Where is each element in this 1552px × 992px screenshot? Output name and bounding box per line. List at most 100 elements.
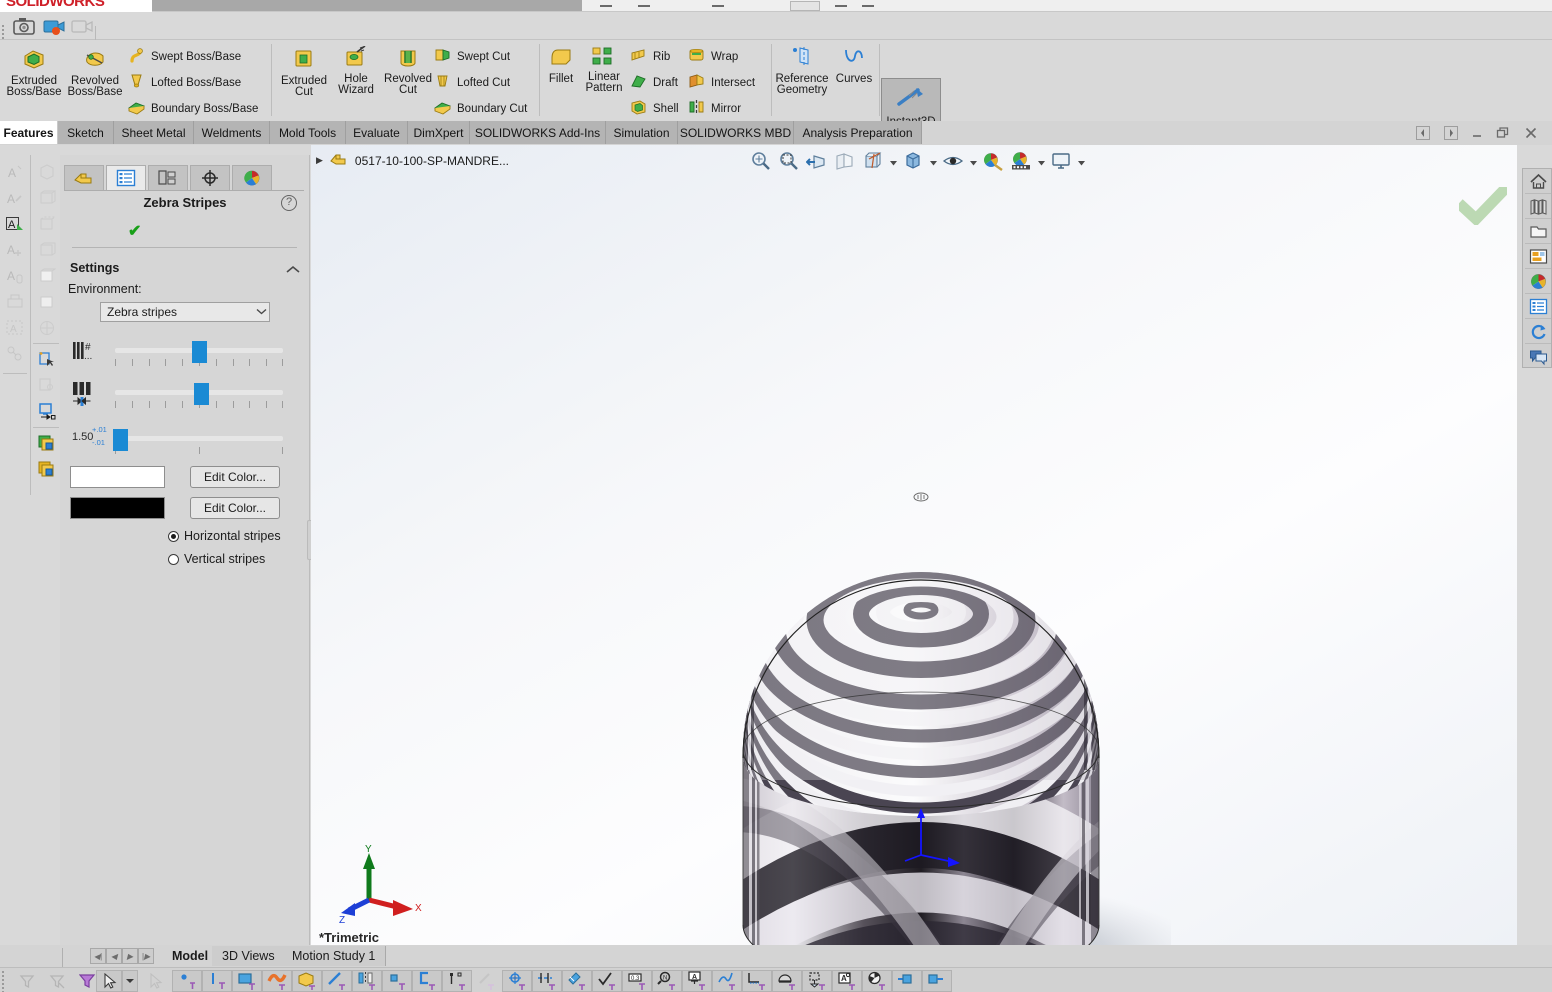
number-of-stripes-slider[interactable]: # ... (60, 335, 310, 379)
annotation-a-icon[interactable]: A (832, 970, 862, 992)
configuration-manager-tab[interactable] (148, 165, 188, 191)
section-view-button[interactable] (832, 149, 858, 173)
revolved-boss-base-button[interactable]: Revolved Boss/Base (63, 42, 127, 118)
property-manager-tab[interactable] (106, 165, 146, 191)
edit-appearance-button[interactable] (980, 149, 1006, 173)
display-style-button[interactable] (900, 149, 926, 173)
surface-finish-icon[interactable] (592, 970, 622, 992)
corner-tool-icon[interactable] (412, 970, 442, 992)
display-style-dropdown-caret[interactable] (888, 149, 898, 173)
environment-select[interactable]: Zebra stripes (100, 302, 270, 322)
first-tab-button[interactable]: ◀| (90, 948, 106, 964)
lofted-cut-button[interactable]: Lofted Cut (434, 70, 510, 95)
solidworks-forum-icon[interactable] (1525, 320, 1551, 344)
linear-pattern-button[interactable]: Linear Pattern (580, 42, 628, 118)
tab-analysis-preparation[interactable]: Analysis Preparation (794, 121, 922, 144)
settings-section-header[interactable]: Settings (70, 261, 119, 275)
centerline-icon[interactable] (532, 970, 562, 992)
tab-solidworks-add-ins[interactable]: SOLIDWORKS Add-Ins (470, 121, 606, 144)
bottom-tab-3d-views[interactable]: 3D Views (212, 946, 286, 966)
zoom-to-fit-button[interactable] (748, 149, 774, 173)
swept-boss-base-button[interactable]: Swept Boss/Base (128, 44, 241, 69)
expand-tree-icon[interactable]: ▶ (316, 155, 323, 166)
last-tab-button[interactable]: |▶ (138, 948, 154, 964)
magnify-n-icon[interactable]: N (652, 970, 682, 992)
custom-properties-icon[interactable] (1525, 295, 1551, 319)
square-tool-icon[interactable] (382, 970, 412, 992)
boundary-cut-button[interactable]: Boundary Cut (434, 96, 527, 121)
line-tool-icon[interactable] (202, 970, 232, 992)
apply-scene-button[interactable] (1008, 149, 1034, 173)
view-orientation-button[interactable] (860, 149, 886, 173)
tab-sketch[interactable]: Sketch (58, 121, 114, 144)
title-search-field[interactable] (152, 0, 582, 11)
minimize-button[interactable] (1464, 121, 1490, 145)
fillet-button[interactable]: Fillet (540, 42, 582, 118)
block-right-icon[interactable] (922, 970, 952, 992)
appearances-scenes-icon[interactable] (1525, 270, 1551, 294)
view-settings-dropdown-caret[interactable] (1076, 149, 1086, 173)
weld-icon[interactable] (742, 970, 772, 992)
scene-dropdown-caret[interactable] (1036, 149, 1046, 173)
tab-weldments[interactable]: Weldments (194, 121, 270, 144)
rib-button[interactable]: Rib (630, 44, 670, 69)
wrap-button[interactable]: Wrap (688, 44, 738, 69)
zoom-to-area-button[interactable] (776, 149, 802, 173)
accept-checkmark-icon[interactable]: ✔ (128, 221, 141, 241)
bottom-toolbar-grip[interactable] (2, 971, 5, 992)
point-tool-icon[interactable] (172, 970, 202, 992)
note-icon[interactable]: A (682, 970, 712, 992)
view-settings-button[interactable] (1048, 149, 1074, 173)
horizontal-stripes-option[interactable]: Horizontal stripes (168, 529, 281, 543)
stripe-color-1-edit-button[interactable]: Edit Color... (190, 466, 280, 488)
comments-icon[interactable] (1525, 345, 1551, 369)
slider-track[interactable] (115, 436, 283, 441)
shell-button[interactable]: Shell (630, 96, 679, 121)
feature-manager-tab[interactable] (64, 165, 104, 191)
bottom-tab-motion-study[interactable]: Motion Study 1 (282, 946, 386, 966)
reference-geometry-button[interactable]: Reference Geometry (772, 42, 832, 118)
restore-button[interactable] (1490, 121, 1516, 145)
hatch-icon[interactable] (562, 970, 592, 992)
balloon-icon[interactable]: 0.3 (622, 970, 652, 992)
curves-button[interactable]: Curves (830, 42, 878, 118)
slider-handle[interactable] (192, 341, 207, 363)
revolved-cut-button[interactable]: Revolved Cut (376, 42, 440, 118)
display-state-icon[interactable] (35, 399, 59, 423)
zebra-striped-mandrel-model[interactable] (671, 310, 1171, 945)
spline-tool-icon[interactable] (262, 970, 292, 992)
previous-view-button[interactable] (804, 149, 830, 173)
layers-green-icon[interactable] (35, 431, 59, 455)
select-dropdown-caret[interactable] (122, 970, 138, 992)
snapshot-camera-icon[interactable] (10, 15, 38, 37)
extruded-boss-base-button[interactable]: Extruded Boss/Base (2, 42, 66, 118)
trim-tool-icon[interactable] (442, 970, 472, 992)
prev-tab-button[interactable]: ◀ (106, 948, 122, 964)
tab-simulation[interactable]: Simulation (606, 121, 678, 144)
curve-icon[interactable] (712, 970, 742, 992)
dimxpert-manager-tab[interactable] (190, 165, 230, 191)
dimension-line-icon[interactable] (322, 970, 352, 992)
stripe-color-2-swatch[interactable] (70, 497, 165, 519)
radio-horizontal[interactable] (168, 531, 179, 542)
help-icon[interactable]: ? (281, 195, 297, 211)
chevron-up-icon[interactable] (286, 263, 300, 277)
datum-target-icon[interactable] (502, 970, 532, 992)
tab-dimxpert[interactable]: DimXpert (408, 121, 470, 144)
confirm-ok-checkmark[interactable] (1459, 187, 1507, 225)
tab-evaluate[interactable]: Evaluate (346, 121, 408, 144)
block-left-icon[interactable] (892, 970, 922, 992)
layers-yellow-icon[interactable] (35, 457, 59, 481)
vertical-stripes-option[interactable]: Vertical stripes (168, 552, 265, 566)
solidworks-resources-icon[interactable] (1525, 170, 1551, 194)
lofted-boss-base-button[interactable]: Lofted Boss/Base (128, 70, 241, 95)
radio-vertical[interactable] (168, 554, 179, 565)
close-button[interactable] (1518, 121, 1544, 145)
tab-features[interactable]: Features (0, 121, 58, 144)
file-explorer-icon[interactable] (1525, 220, 1551, 244)
slider-handle[interactable] (113, 429, 128, 451)
new-study-icon[interactable] (35, 347, 59, 371)
stamp-icon[interactable] (802, 970, 832, 992)
boundary-boss-base-button[interactable]: Boundary Boss/Base (128, 96, 258, 121)
display-manager-tab[interactable] (232, 165, 272, 191)
